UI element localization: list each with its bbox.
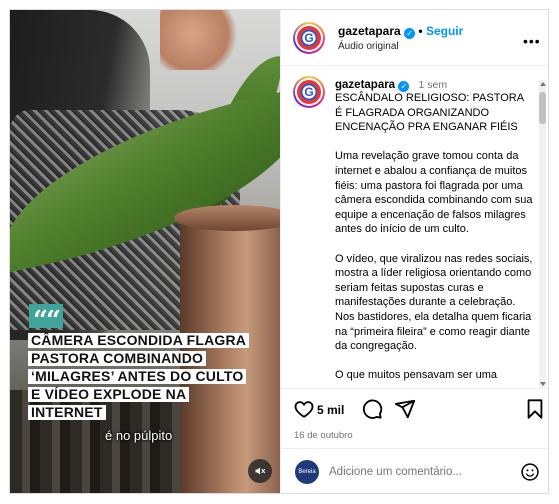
quote-badge: ““ (29, 304, 63, 336)
mute-button[interactable] (248, 459, 272, 483)
verified-badge-icon: ✓ (404, 28, 416, 39)
post-date[interactable]: 16 de outubro (294, 430, 353, 441)
more-options-button[interactable]: ••• (523, 33, 541, 49)
audio-link[interactable]: Áudio original (338, 41, 399, 52)
bookmark-icon[interactable] (524, 398, 546, 420)
username-link[interactable]: gazetapara (338, 24, 401, 38)
like-count[interactable]: 5 mil (317, 403, 344, 417)
headline-line: CÂMERA ESCONDIDA FLAGRA (28, 333, 250, 348)
scroll-up-arrow-icon[interactable] (540, 82, 546, 86)
headline-line: E VÍDEO EXPLODE NA (28, 387, 190, 402)
caption-area: G gazetapara ✓ 1 sem ESCÂNDALO RELIGIOSO… (281, 67, 548, 387)
post-header: G gazetapara ✓ • Seguir Áudio original •… (281, 10, 548, 66)
speaker-muted-icon (255, 467, 266, 475)
headline-line: INTERNET (28, 405, 106, 420)
scroll-thumb[interactable] (539, 92, 546, 124)
comment-icon[interactable] (361, 398, 383, 420)
caption-username[interactable]: gazetapara (335, 79, 395, 91)
scroll-down-arrow-icon[interactable] (540, 382, 546, 386)
caption-scrollbar[interactable] (539, 80, 546, 388)
heart-icon[interactable] (293, 398, 315, 420)
gazeta-logo-icon: G (297, 26, 321, 50)
video-player[interactable]: ““ CÂMERA ESCONDIDA FLAGRA PASTORA COMBI… (10, 10, 280, 493)
comment-bar: Bereia (281, 448, 548, 493)
comment-input[interactable] (329, 463, 499, 481)
video-subtitle: é no púlpito (105, 428, 173, 443)
headline-line: ‘MILAGRES’ ANTES DO CULTO (28, 369, 247, 384)
gazeta-logo-icon: G (297, 80, 321, 104)
post-side-panel: G gazetapara ✓ • Seguir Áudio original •… (280, 10, 548, 493)
post-dialog: ““ CÂMERA ESCONDIDA FLAGRA PASTORA COMBI… (9, 9, 549, 494)
follow-button[interactable]: Seguir (426, 24, 463, 38)
video-face (160, 10, 240, 70)
headline-line: PASTORA COMBINANDO (28, 351, 207, 366)
avatar[interactable]: Bereia (295, 460, 319, 484)
share-icon[interactable] (394, 398, 416, 420)
video-headline: CÂMERA ESCONDIDA FLAGRA PASTORA COMBINAN… (28, 332, 280, 422)
avatar[interactable]: G (293, 22, 325, 54)
caption-timestamp[interactable]: 1 sem (419, 79, 448, 91)
caption-text: ESCÂNDALO RELIGIOSO: PASTORA É FLAGRADA … (335, 92, 533, 382)
avatar[interactable]: G (293, 76, 325, 108)
emoji-icon[interactable] (520, 462, 540, 482)
